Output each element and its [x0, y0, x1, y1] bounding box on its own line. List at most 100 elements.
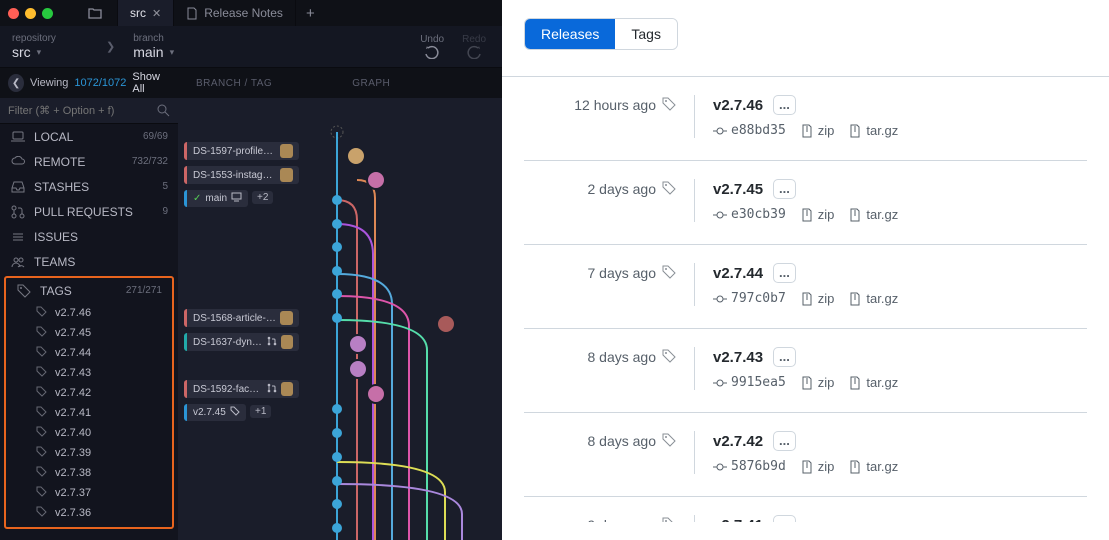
download-zip[interactable]: zip — [800, 123, 835, 138]
release-menu-button[interactable]: ... — [773, 179, 796, 199]
redo-button[interactable]: Redo — [462, 34, 486, 59]
download-zip[interactable]: zip — [800, 207, 835, 222]
avatar — [348, 359, 368, 379]
close-window-icon[interactable] — [8, 8, 19, 19]
release-menu-button[interactable]: ... — [773, 95, 796, 115]
tag-icon — [662, 517, 676, 522]
sidebar-section-pull-requests[interactable]: PULL REQUESTS9 — [0, 199, 178, 224]
titlebar: src ✕ Release Notes + — [0, 0, 502, 26]
download-zip[interactable]: zip — [800, 459, 835, 474]
tag-item[interactable]: v2.7.45 — [6, 323, 172, 343]
branch-ref-label[interactable]: ✓main — [184, 190, 248, 207]
sidebar-section-local[interactable]: LOCAL69/69 — [0, 124, 178, 149]
sidebar-section-issues[interactable]: ISSUES — [0, 224, 178, 249]
release-name[interactable]: v2.7.43 — [713, 349, 763, 366]
download-targz[interactable]: tar.gz — [848, 123, 898, 138]
tab-releases[interactable]: Releases — [525, 19, 615, 49]
avatar-badge — [281, 335, 293, 349]
tag-item[interactable]: v2.7.44 — [6, 343, 172, 363]
more-refs-badge[interactable]: +1 — [250, 405, 271, 418]
release-name[interactable]: v2.7.42 — [713, 433, 763, 450]
more-refs-badge[interactable]: +2 — [252, 191, 273, 204]
section-count: 9 — [162, 206, 168, 217]
release-name[interactable]: v2.7.45 — [713, 181, 763, 198]
download-zip[interactable]: zip — [800, 291, 835, 306]
download-targz[interactable]: tar.gz — [848, 291, 898, 306]
document-icon — [186, 7, 198, 20]
release-timestamp: 8 days ago — [524, 433, 694, 474]
tab-tags[interactable]: Tags — [615, 19, 677, 49]
close-icon[interactable]: ✕ — [152, 7, 161, 20]
repo-branch-bar: repository src▾ ❯ branch main▾ Undo Redo — [0, 26, 502, 68]
branch-ref-label[interactable]: DS-1553-instagra... — [184, 166, 299, 184]
tag-item[interactable]: v2.7.46 — [6, 303, 172, 323]
release-menu-button[interactable]: ... — [773, 263, 796, 283]
zip-icon — [800, 208, 814, 222]
tag-label: v2.7.39 — [55, 447, 91, 459]
tag-item[interactable]: v2.7.38 — [6, 463, 172, 483]
pr-icon — [267, 336, 277, 349]
chevron-down-icon: ▾ — [37, 47, 42, 58]
tag-item[interactable]: v2.7.40 — [6, 423, 172, 443]
release-name[interactable]: v2.7.44 — [713, 265, 763, 282]
tag-icon — [36, 446, 47, 460]
tag-label: v2.7.42 — [55, 387, 91, 399]
back-button[interactable]: ❮ — [8, 74, 24, 92]
commit-sha[interactable]: 9915ea5 — [713, 375, 786, 390]
commit-sha[interactable]: 797c0b7 — [713, 291, 786, 306]
branch-ref-label[interactable]: DS-1637-dynam... — [184, 333, 299, 351]
tabnav: Releases Tags — [524, 18, 678, 50]
search-icon[interactable] — [157, 104, 170, 117]
tag-icon — [36, 326, 47, 340]
tag-ref-label[interactable]: v2.7.45 — [184, 404, 246, 421]
releases-page: Releases Tags 12 hours agov2.7.46...e88b… — [502, 0, 1109, 540]
branch-ref-label[interactable]: DS-1568-article-ch... — [184, 309, 299, 327]
issue-icon — [10, 230, 26, 244]
sidebar-section-tags[interactable]: TAGS 271/271 — [6, 278, 172, 303]
branch-ref-label[interactable]: DS-1597-profile-ca... — [184, 142, 299, 160]
tag-item[interactable]: v2.7.43 — [6, 363, 172, 383]
repository-dropdown[interactable]: repository src▾ — [0, 29, 100, 64]
download-targz[interactable]: tar.gz — [848, 375, 898, 390]
tab-src[interactable]: src ✕ — [118, 0, 174, 26]
sidebar-section-teams[interactable]: TEAMS — [0, 249, 178, 274]
tag-icon — [36, 306, 47, 320]
commit-sha[interactable]: e30cb39 — [713, 207, 786, 222]
tag-item[interactable]: v2.7.36 — [6, 503, 172, 523]
chevron-right-icon[interactable]: ❯ — [100, 40, 121, 53]
release-menu-button[interactable]: ... — [773, 347, 796, 367]
filter-input[interactable] — [8, 105, 157, 117]
download-targz[interactable]: tar.gz — [848, 459, 898, 474]
sidebar-section-stashes[interactable]: STASHES5 — [0, 174, 178, 199]
zoom-window-icon[interactable] — [42, 8, 53, 19]
commit-icon — [713, 460, 727, 474]
branch-ref-label[interactable]: DS-1592-faculty-... — [184, 380, 299, 398]
tag-icon — [36, 466, 47, 480]
branch-dropdown[interactable]: branch main▾ — [121, 29, 186, 64]
new-tab-button[interactable]: + — [296, 5, 325, 22]
tag-item[interactable]: v2.7.41 — [6, 403, 172, 423]
tab-release-notes[interactable]: Release Notes — [174, 0, 296, 26]
tag-label: v2.7.43 — [55, 367, 91, 379]
commit-sha[interactable]: 5876b9d — [713, 459, 786, 474]
release-name[interactable]: v2.7.41 — [713, 517, 763, 523]
tab-repo-list[interactable] — [73, 0, 118, 26]
avatar-badge — [281, 382, 293, 396]
minimize-window-icon[interactable] — [25, 8, 36, 19]
release-menu-button[interactable]: ... — [773, 515, 796, 522]
tag-icon — [36, 486, 47, 500]
commit-sha[interactable]: e88bd35 — [713, 123, 786, 138]
release-name[interactable]: v2.7.46 — [713, 97, 763, 114]
download-zip[interactable]: zip — [800, 375, 835, 390]
tag-item[interactable]: v2.7.42 — [6, 383, 172, 403]
sidebar-section-remote[interactable]: REMOTE732/732 — [0, 149, 178, 174]
avatar — [346, 146, 366, 166]
download-targz[interactable]: tar.gz — [848, 207, 898, 222]
release-menu-button[interactable]: ... — [773, 431, 796, 451]
show-all-link[interactable]: Show All — [132, 71, 170, 95]
commit-graph[interactable]: DS-1597-profile-ca... DS-1553-instagra...… — [178, 124, 502, 540]
tag-item[interactable]: v2.7.39 — [6, 443, 172, 463]
window-controls[interactable] — [8, 8, 53, 19]
undo-button[interactable]: Undo — [420, 34, 444, 59]
tag-item[interactable]: v2.7.37 — [6, 483, 172, 503]
